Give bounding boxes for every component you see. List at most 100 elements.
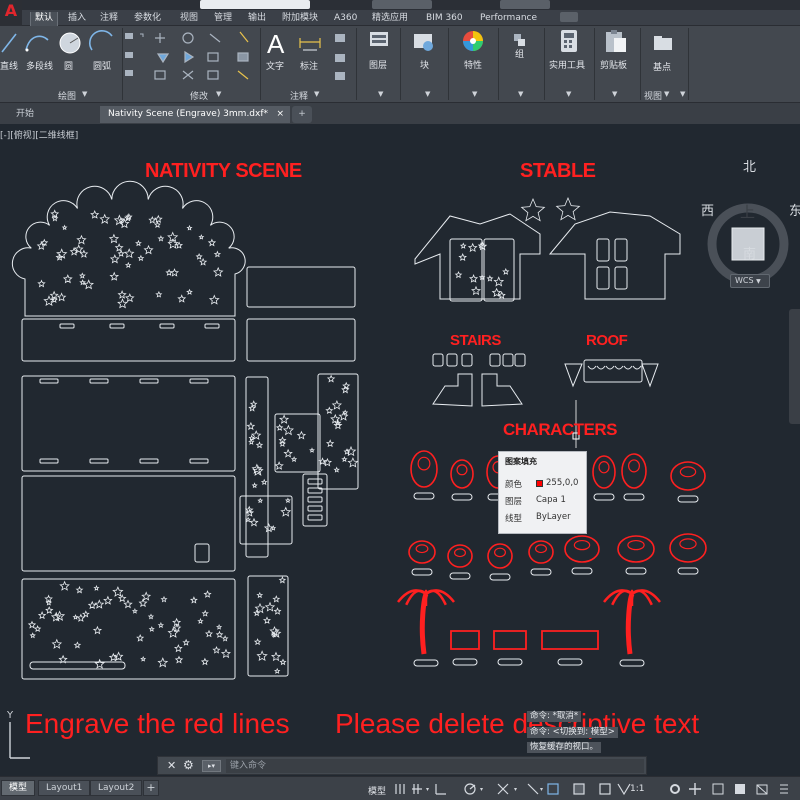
isolate-objects-icon[interactable] <box>712 783 724 795</box>
ribbon-tab[interactable]: 插入 <box>64 12 90 26</box>
polyline-label[interactable]: 多段线 <box>26 59 53 72</box>
selection-cycling-icon[interactable] <box>599 783 611 795</box>
ribbon-tab[interactable]: 输出 <box>244 12 270 26</box>
dimension-icon[interactable] <box>299 38 321 51</box>
layers-label[interactable]: 图层 <box>369 58 387 71</box>
dropdown-caret-icon[interactable]: ▾ <box>426 786 429 793</box>
plus-icon[interactable] <box>689 783 701 795</box>
wcs-menu[interactable]: WCS ▼ <box>730 274 770 288</box>
ribbon-tab[interactable]: 参数化 <box>130 12 165 26</box>
layout2-tab[interactable]: Layout2 <box>90 780 143 796</box>
view-cube-east[interactable]: 东 <box>789 200 800 219</box>
ribbon-tab[interactable]: 默认 <box>30 12 59 26</box>
close-command-line-icon[interactable]: ✕ <box>167 759 176 772</box>
draw-panel-caret-icon[interactable]: ▼ <box>82 90 87 98</box>
model-layout-tab[interactable]: 模型 <box>1 780 36 796</box>
modify-panel-caret-icon[interactable]: ▼ <box>216 90 221 98</box>
arc-icon[interactable] <box>89 30 113 51</box>
dropdown-caret-icon[interactable]: ▾ <box>540 786 543 793</box>
layers-icon[interactable] <box>370 32 388 46</box>
arc-label[interactable]: 圆弧 <box>93 59 111 72</box>
ortho-icon[interactable] <box>435 784 446 795</box>
view-panel-expand-icon[interactable]: ▼ <box>680 90 685 98</box>
annotation-scale-value[interactable]: 1:1 <box>630 784 644 794</box>
recent-commands-icon[interactable]: ▸▾ <box>202 760 221 772</box>
modify-panel-label[interactable]: 修改 <box>190 89 208 102</box>
clipboard-label[interactable]: 剪贴板 <box>600 58 627 71</box>
snap-icon[interactable] <box>412 784 422 794</box>
ribbon-tab[interactable]: 视图 <box>176 12 202 26</box>
group-label[interactable]: 组 <box>515 47 524 60</box>
group-caret-icon[interactable]: ▼ <box>518 90 523 98</box>
app-menu-button[interactable]: A <box>0 0 22 26</box>
customize-status-icon[interactable] <box>780 784 788 794</box>
block-label[interactable]: 块 <box>420 58 429 71</box>
ribbon-options-icon[interactable] <box>560 12 578 22</box>
properties-caret-icon[interactable]: ▼ <box>472 90 477 98</box>
clipboard-caret-icon[interactable]: ▼ <box>612 90 617 98</box>
block-icon[interactable] <box>414 34 433 51</box>
polyline-icon[interactable] <box>25 35 49 52</box>
model-viewport[interactable]: [-][俯视][二维线框] NATIVITY SCENE STABLE STAI… <box>0 124 800 776</box>
dimension-label[interactable]: 标注 <box>300 59 318 72</box>
dropdown-caret-icon[interactable]: ▾ <box>514 786 517 793</box>
new-tab-button[interactable]: + <box>292 106 312 123</box>
view-cube-top-face[interactable]: 上 <box>740 201 755 222</box>
utilities-icon[interactable] <box>561 30 577 52</box>
text-label[interactable]: 文字 <box>266 59 284 72</box>
ribbon-tab[interactable]: BIM 360 <box>422 12 467 26</box>
base-point-icon[interactable] <box>654 36 672 50</box>
view-panel-caret-icon[interactable]: ▼ <box>664 90 669 98</box>
draw-small-tools[interactable] <box>125 33 144 76</box>
transparency-icon[interactable] <box>573 783 585 795</box>
line-label[interactable]: 直线 <box>0 59 18 72</box>
circle-label[interactable]: 圆 <box>64 59 73 72</box>
clean-screen-icon[interactable] <box>735 784 745 794</box>
dropdown-caret-icon[interactable]: ▾ <box>480 786 483 793</box>
base-point-label[interactable]: 基点 <box>653 60 671 73</box>
osnap-icon[interactable] <box>497 783 509 795</box>
properties-label[interactable]: 特性 <box>464 58 482 71</box>
utilities-label[interactable]: 实用工具 <box>549 58 585 71</box>
ribbon-tab[interactable]: 管理 <box>210 12 236 26</box>
sign-in-field[interactable] <box>500 0 550 9</box>
navigation-bar[interactable] <box>789 309 800 424</box>
add-layout-button[interactable]: + <box>143 780 159 796</box>
text-tool-icon[interactable]: A <box>267 29 285 59</box>
lineweight-icon[interactable] <box>547 783 559 795</box>
ribbon-tab[interactable]: 附加模块 <box>278 12 322 26</box>
otrack-icon[interactable] <box>527 783 539 795</box>
drawing-file-tab[interactable]: Nativity Scene (Engrave) 3mm.dxf* × <box>100 106 291 123</box>
gear-icon[interactable] <box>670 784 680 794</box>
annotation-panel-label[interactable]: 注释 <box>290 89 308 102</box>
ribbon-tab[interactable]: 注释 <box>96 12 122 26</box>
utilities-caret-icon[interactable]: ▼ <box>566 90 571 98</box>
line-icon[interactable] <box>1 33 17 53</box>
view-cube-north[interactable]: 北 <box>743 156 756 175</box>
view-cube-south[interactable]: 南 <box>743 243 756 262</box>
view-cube-west[interactable]: 西 <box>701 200 714 219</box>
view-panel-label[interactable]: 视图 <box>644 89 662 102</box>
block-caret-icon[interactable]: ▼ <box>425 90 430 98</box>
layers-caret-icon[interactable]: ▼ <box>378 90 383 98</box>
search-field[interactable] <box>372 0 432 9</box>
polar-icon[interactable] <box>464 783 476 795</box>
annotation-panel-caret-icon[interactable]: ▼ <box>314 90 319 98</box>
fullscreen-icon[interactable] <box>756 784 768 795</box>
ribbon-tab[interactable]: 精选应用 <box>368 12 412 26</box>
modify-small-tools[interactable] <box>154 31 249 80</box>
command-input[interactable] <box>226 759 644 773</box>
model-space-button[interactable]: 模型 <box>368 784 386 797</box>
grid-icon[interactable] <box>395 784 405 794</box>
annotation-small-tools[interactable] <box>335 34 345 80</box>
start-tab[interactable]: 开始 <box>8 106 42 123</box>
group-icon[interactable] <box>514 34 525 46</box>
layout1-tab[interactable]: Layout1 <box>38 780 91 796</box>
customize-wrench-icon[interactable]: ⚙ <box>183 758 194 772</box>
properties-icon[interactable] <box>463 31 483 51</box>
close-tab-icon[interactable]: × <box>276 106 284 122</box>
ribbon-tab[interactable]: Performance <box>476 12 541 26</box>
clipboard-icon[interactable] <box>606 30 626 52</box>
circle-icon[interactable] <box>59 32 81 54</box>
ribbon-tab[interactable]: A360 <box>330 12 361 26</box>
